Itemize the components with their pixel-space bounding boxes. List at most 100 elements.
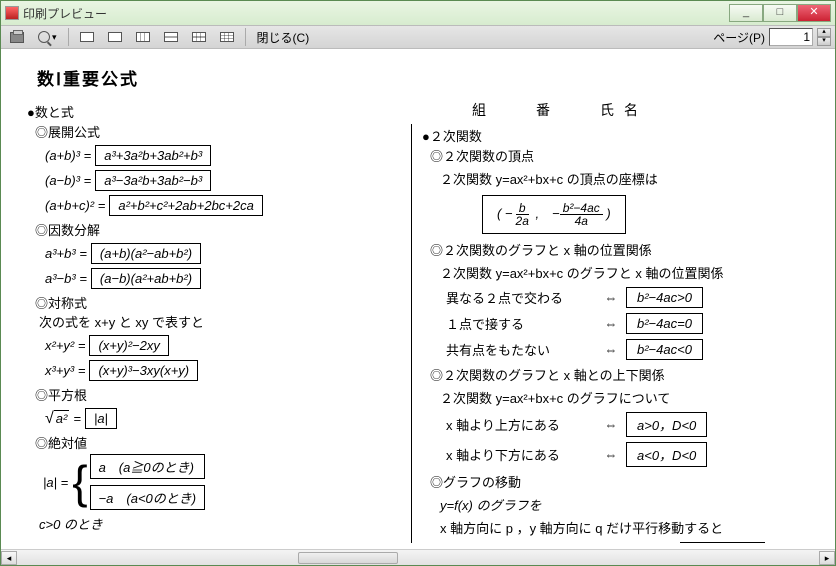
layout-1-button[interactable] [75,30,99,44]
section-expression: ●数と式 [27,102,401,121]
formula-box: b²−4ac=0 [626,313,703,334]
formula-box: a (a≧0のとき) [90,454,206,479]
minimize-button[interactable]: _ [729,4,763,22]
separator [245,28,246,46]
scroll-thumb[interactable] [298,552,398,564]
formula-box: a>0，D<0 [626,412,707,437]
formula-box: (a−b)(a²+ab+b²) [91,268,201,289]
section-quadratic: ●２次関数 [422,126,795,145]
magnifier-icon [38,31,50,43]
layout-9-button[interactable] [215,30,239,44]
formula-row: x³+y³ =(x+y)³−3xy(x+y) [45,360,401,381]
formula-row: √a² = |a| [45,408,401,429]
page-label: ページ(P) [713,29,765,46]
formula-box: (x+y)³−3xy(x+y) [89,360,198,381]
formula-row: (a+b)³ =a³+3a²b+3ab²+b³ [45,145,401,166]
relation-row: 共有点をもたない⇔b²−4ac<0 [446,339,795,360]
print-button[interactable] [5,30,29,45]
sub-symmetric: ◎対称式 [35,293,401,312]
formula-box: b²−4ac>0 [626,287,703,308]
grid-6-icon [192,32,206,42]
page-up-button[interactable]: ▴ [817,28,831,37]
relation-row: １点で接する⇔b²−4ac=0 [446,313,795,334]
scroll-right-button[interactable]: ▸ [819,551,835,565]
formula-box: b²−4ac<0 [626,339,703,360]
print-preview-window: 印刷プレビュー _ □ ✕ ▾ 閉じる(C) ページ(P) ▴ ▾ 数Ⅰ重要公式 [0,0,836,566]
formula-row: (a−b)³ =a³−3a²b+3ab²−b³ [45,170,401,191]
printer-icon [10,32,24,43]
close-preview-button[interactable]: 閉じる(C) [252,27,315,48]
brace-icon: { [72,462,87,502]
formula-box: y−q=f(x−p) [680,542,765,543]
formula-box: a²+b²+c²+2ab+2bc+2ca [109,195,263,216]
layout-6-button[interactable] [187,30,211,44]
titlebar: 印刷プレビュー _ □ ✕ [1,1,835,25]
formula-box: −a (a<0のとき) [90,485,206,510]
maximize-button[interactable]: □ [763,4,797,22]
relation-row: x 軸より上方にある⇔a>0，D<0 [446,412,795,437]
toolbar: ▾ 閉じる(C) ページ(P) ▴ ▾ [1,25,835,49]
grid-9-icon [220,32,234,42]
scroll-track[interactable] [17,551,819,565]
formula-box: a<0，D<0 [626,442,707,467]
formula-row: x²+y² =(x+y)²−2xy [45,335,401,356]
window-title: 印刷プレビュー [23,5,107,22]
preview-page: 数Ⅰ重要公式 ●数と式 ◎展開公式 (a+b)³ =a³+3a²b+3ab²+b… [1,49,821,543]
vertex-text: ２次関数 y=ax²+bx+c の頂点の座標は [440,169,795,188]
right-column: 組 番 氏名 ●２次関数 ◎２次関数の頂点 ２次関数 y=ax²+bx+c の頂… [411,124,795,543]
formula-box: (a+b)(a²−ab+b²) [91,243,201,264]
formula-box: a³+3a²b+3ab²+b³ [95,145,211,166]
page-down-button[interactable]: ▾ [817,37,831,46]
scroll-left-button[interactable]: ◂ [1,551,17,565]
formula-box: (x+y)²−2xy [89,335,168,356]
page-number-input[interactable] [769,28,813,46]
formula-row: (a+b+c)² =a²+b²+c²+2ab+2bc+2ca [45,195,401,216]
grid-3-icon [136,32,150,42]
relation-row: 異なる２点で交わる⇔b²−4ac>0 [446,287,795,308]
sub-move: ◎グラフの移動 [430,472,795,491]
preview-area: 数Ⅰ重要公式 ●数と式 ◎展開公式 (a+b)³ =a³+3a²b+3ab²+b… [1,49,835,549]
horizontal-scrollbar[interactable]: ◂ ▸ [1,549,835,565]
iff-icon: ⇔ [596,316,626,331]
iff-icon: ⇔ [596,290,626,305]
zoom-button[interactable]: ▾ [33,29,62,45]
grid-1-icon [80,32,94,42]
iff-icon: ⇔ [596,342,626,357]
graph-x-text: ２次関数 y=ax²+bx+c のグラフと x 軸の位置関係 [440,263,795,282]
sqrt-expr: √a² [45,410,69,428]
sub-sqrt: ◎平方根 [35,385,401,404]
iff-icon: ⇔ [596,447,626,462]
header-cell: 氏名 [600,100,648,120]
close-window-button[interactable]: ✕ [797,4,831,22]
sub-updown: ◎２次関数のグラフと x 軸との上下関係 [430,365,795,384]
page-title: 数Ⅰ重要公式 [37,65,795,90]
layout-3-button[interactable] [131,30,155,44]
left-column: ●数と式 ◎展開公式 (a+b)³ =a³+3a²b+3ab²+b³ (a−b)… [27,100,411,543]
header-cell: 組 [472,100,496,120]
header-cell: 番 [536,100,560,120]
formula-box: a³−3a²b+3ab²−b³ [95,170,211,191]
sub-abs: ◎絶対値 [35,433,401,452]
formula-row: a³−b³ =(a−b)(a²+ab+b²) [45,268,401,289]
vertex-box: ( −b2a , −b²−4ac4a ) [482,195,626,234]
separator [68,28,69,46]
sub-factor: ◎因数分解 [35,220,401,239]
grid-2-icon [108,32,122,42]
abs-definition: |a| = { a (a≧0のとき) −a (a<0のとき) [43,454,401,510]
grid-4-icon [164,32,178,42]
sub-vertex: ◎２次関数の頂点 [430,146,795,165]
app-icon [5,6,19,20]
formula-box: |a| [85,408,117,429]
layout-4-button[interactable] [159,30,183,44]
move-text: y=f(x) のグラフを [440,495,795,514]
sub-graph-x: ◎２次関数のグラフと x 軸の位置関係 [430,240,795,259]
sym-note: 次の式を x+y と xy で表すと [39,312,401,331]
page-spinner: ▴ ▾ [817,28,831,46]
sub-expand: ◎展開公式 [35,122,401,141]
relation-row: x 軸より下方にある⇔a<0，D<0 [446,442,795,467]
iff-icon: ⇔ [596,417,626,432]
move-text: x 軸方向に p ，y 軸方向に q だけ平行移動すると [440,518,795,537]
layout-2-button[interactable] [103,30,127,44]
updown-text: ２次関数 y=ax²+bx+c のグラフについて [440,388,795,407]
formula-row: a³+b³ =(a+b)(a²−ab+b²) [45,243,401,264]
